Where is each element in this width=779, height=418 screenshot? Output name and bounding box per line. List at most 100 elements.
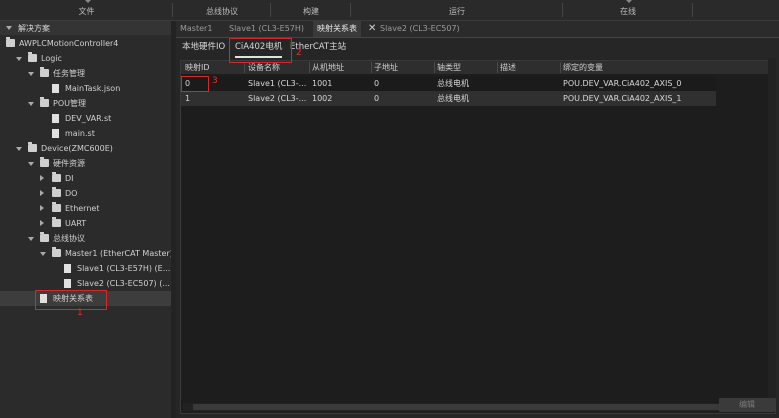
annotation-label-1: 1 bbox=[77, 308, 83, 318]
file-icon bbox=[52, 129, 59, 138]
cell-mapping-id[interactable]: 1 bbox=[185, 91, 190, 106]
tree-item-label: MainTask.json bbox=[65, 84, 121, 93]
tree-item[interactable]: 总线协议 bbox=[0, 231, 171, 246]
chevron-down-icon[interactable] bbox=[16, 147, 22, 151]
menu-file[interactable]: 文件 bbox=[0, 0, 173, 20]
mapping-grid: 映射ID 设备名称 从机地址 子地址 轴类型 描述 绑定的变量 0 Slave1… bbox=[180, 60, 776, 414]
cell-slave-address[interactable]: 1001 bbox=[312, 76, 332, 91]
folder-icon bbox=[40, 97, 49, 107]
tree-item[interactable]: 任务管理 bbox=[0, 66, 171, 81]
col-bound-variable[interactable]: 绑定的变量 bbox=[563, 61, 603, 74]
menu-online[interactable]: 在线 bbox=[563, 0, 693, 20]
cell-axis-type[interactable]: 总线电机 bbox=[437, 76, 469, 91]
tree-item[interactable]: Slave1 (CL3-E57H) (E... bbox=[0, 261, 171, 276]
annotation-box-mapping-id bbox=[181, 76, 209, 92]
tree-item[interactable]: 硬件资源 bbox=[0, 156, 171, 171]
tree-item[interactable]: Slave2 (CL3-EC507) (... bbox=[0, 276, 171, 291]
cell-bound-variable[interactable]: POU.DEV_VAR.CiA402_AXIS_0 bbox=[563, 76, 682, 91]
tree-item[interactable]: main.st bbox=[0, 126, 171, 141]
chevron-right-icon[interactable] bbox=[40, 190, 44, 196]
tree-item[interactable]: Device(ZMC600E) bbox=[0, 141, 171, 156]
folder-icon bbox=[52, 172, 61, 182]
project-icon bbox=[6, 37, 15, 47]
chevron-right-icon[interactable] bbox=[40, 205, 44, 211]
tree-item[interactable]: DI bbox=[0, 171, 171, 186]
folder-icon bbox=[40, 157, 49, 167]
scroll-thumb[interactable] bbox=[193, 404, 753, 410]
tree-item-label: POU管理 bbox=[53, 99, 86, 108]
col-mapping-id[interactable]: 映射ID bbox=[185, 61, 210, 74]
tree-item[interactable]: Ethernet bbox=[0, 201, 171, 216]
master-icon bbox=[52, 247, 61, 257]
tree-item-label: 硬件资源 bbox=[53, 159, 85, 168]
folder-icon bbox=[40, 67, 49, 77]
cell-bound-variable[interactable]: POU.DEV_VAR.CiA402_AXIS_1 bbox=[563, 91, 682, 106]
vertical-scrollbar[interactable] bbox=[768, 58, 776, 398]
chevron-down-icon[interactable] bbox=[28, 162, 34, 166]
tree-item-label: Master1 (EtherCAT Master) bbox=[65, 249, 173, 258]
annotation-box-mapping-table bbox=[35, 290, 107, 310]
col-axis-type[interactable]: 轴类型 bbox=[437, 61, 461, 74]
tree-item-label: AWPLCMotionController4 bbox=[19, 39, 119, 48]
device-icon bbox=[28, 142, 37, 152]
tab-slave2[interactable]: Slave2 (CL3-EC507) bbox=[376, 21, 464, 37]
table-row[interactable]: 0 Slave1 (CL3-... 1001 0 总线电机 POU.DEV_VA… bbox=[181, 76, 716, 91]
tree-item[interactable]: Logic bbox=[0, 51, 171, 66]
menu-bar: 文件 总线协议 构建 运行 在线 bbox=[0, 0, 779, 21]
tree-item-label: Device(ZMC600E) bbox=[41, 144, 113, 153]
edit-button[interactable]: 编辑 bbox=[719, 398, 775, 412]
tree-item[interactable]: AWPLCMotionController4 bbox=[0, 36, 171, 51]
slave-icon bbox=[64, 264, 71, 273]
tree-item[interactable]: UART bbox=[0, 216, 171, 231]
tab-master1[interactable]: Master1 bbox=[176, 21, 216, 37]
col-slave-address[interactable]: 从机地址 bbox=[312, 61, 344, 74]
tab-slave1[interactable]: Slave1 (CL3-E57H) bbox=[225, 21, 308, 37]
chevron-down-icon[interactable] bbox=[28, 102, 34, 106]
menu-build[interactable]: 构建 bbox=[271, 0, 351, 20]
tree-item[interactable]: MainTask.json bbox=[0, 81, 171, 96]
col-sub-address[interactable]: 子地址 bbox=[374, 61, 398, 74]
horizontal-scrollbar[interactable] bbox=[183, 403, 770, 411]
annotation-box-cia402 bbox=[229, 38, 292, 63]
col-description[interactable]: 描述 bbox=[500, 61, 516, 74]
tree-item[interactable]: POU管理 bbox=[0, 96, 171, 111]
menu-bus-protocol[interactable]: 总线协议 bbox=[173, 0, 271, 20]
table-row[interactable]: 1 Slave2 (CL3-... 1002 0 总线电机 POU.DEV_VA… bbox=[181, 91, 716, 106]
tree-item[interactable]: DEV_VAR.st bbox=[0, 111, 171, 126]
cell-axis-type[interactable]: 总线电机 bbox=[437, 91, 469, 106]
tree-item[interactable]: DO bbox=[0, 186, 171, 201]
chevron-down-icon[interactable] bbox=[16, 57, 22, 61]
tree-item[interactable]: Master1 (EtherCAT Master) bbox=[0, 246, 173, 261]
folder-icon bbox=[40, 232, 49, 242]
chevron-right-icon[interactable] bbox=[40, 175, 44, 181]
collapse-icon[interactable] bbox=[6, 26, 12, 30]
chevron-right-icon[interactable] bbox=[40, 220, 44, 226]
tree-item-label: Slave1 (CL3-E57H) (E... bbox=[77, 264, 171, 273]
subtab-local-io[interactable]: 本地硬件IO bbox=[182, 38, 225, 56]
editor-tabs: Master1 Slave1 (CL3-E57H) 映射关系表 ✕ Slave2… bbox=[176, 21, 779, 38]
solution-header[interactable]: 解决方案 bbox=[0, 21, 171, 35]
cell-sub-address[interactable]: 0 bbox=[374, 91, 379, 106]
chevron-down-icon[interactable] bbox=[28, 237, 34, 241]
annotation-label-2: 2 bbox=[296, 48, 302, 58]
cell-device-name[interactable]: Slave2 (CL3-... bbox=[248, 91, 306, 106]
solution-panel: 解决方案 AWPLCMotionController4 Logic 任务管理 Main… bbox=[0, 21, 173, 418]
tree-item-label: Slave2 (CL3-EC507) (... bbox=[77, 279, 170, 288]
tree-item-label: UART bbox=[65, 219, 87, 228]
chevron-down-icon[interactable] bbox=[40, 252, 46, 256]
cell-device-name[interactable]: Slave1 (CL3-... bbox=[248, 76, 306, 91]
tree-item-label: DI bbox=[65, 174, 74, 183]
chevron-down-icon[interactable] bbox=[28, 72, 34, 76]
menu-run[interactable]: 运行 bbox=[351, 0, 563, 20]
tab-mapping-table[interactable]: 映射关系表 bbox=[313, 21, 361, 37]
editor-area: 本地硬件IO CiA402电机 EtherCAT主站 映射ID 设备名称 从机地… bbox=[176, 38, 779, 418]
slave-icon bbox=[64, 279, 71, 288]
tree-item-label: DEV_VAR.st bbox=[65, 114, 112, 123]
cell-sub-address[interactable]: 0 bbox=[374, 76, 379, 91]
folder-icon bbox=[52, 217, 61, 227]
tree-item-label: Logic bbox=[41, 54, 62, 63]
logic-icon bbox=[28, 52, 37, 62]
file-icon bbox=[52, 84, 59, 93]
file-icon bbox=[52, 114, 59, 123]
cell-slave-address[interactable]: 1002 bbox=[312, 91, 332, 106]
